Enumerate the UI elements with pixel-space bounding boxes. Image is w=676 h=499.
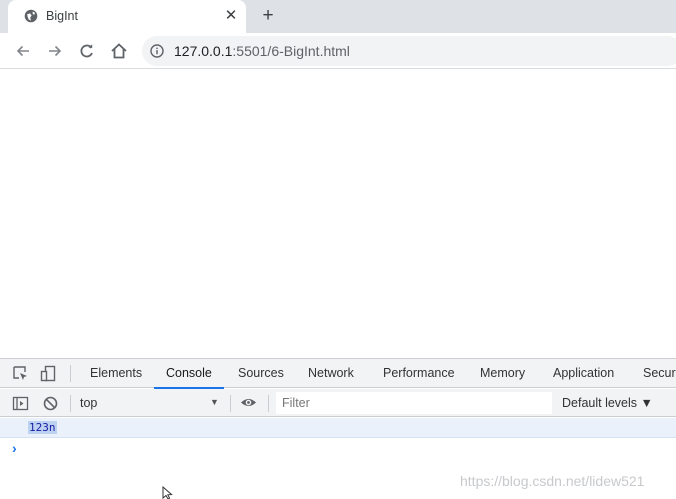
tab-title: BigInt [46,9,78,23]
context-value: top [80,396,98,410]
inspect-element-icon[interactable] [12,365,29,382]
back-arrow-icon[interactable] [12,40,34,62]
console-prompt[interactable]: › [0,439,676,459]
execution-context-select[interactable]: top ▼ [80,389,226,417]
url-host: 127.0.0.1 [174,43,233,59]
tab-sources[interactable]: Sources [238,359,284,388]
tab-performance[interactable]: Performance [383,359,455,388]
tab-strip: BigInt ✕ + [0,0,676,33]
chevron-right-icon: › [12,440,17,456]
show-sidebar-icon[interactable] [12,395,29,412]
mouse-cursor-icon [162,485,174,499]
toolbar-divider [230,395,231,412]
tab-security[interactable]: Secur [643,359,676,388]
clear-console-icon[interactable] [42,395,59,412]
browser-toolbar: 127.0.0.1:5501/6-BigInt.html [0,33,676,69]
globe-icon [24,9,38,23]
reload-icon[interactable] [76,40,98,62]
tab-console[interactable]: Console [154,359,224,389]
url-text: 127.0.0.1:5501/6-BigInt.html [174,43,350,59]
url-path: :5501/6-BigInt.html [232,43,350,59]
console-message-row: 123n [0,418,676,438]
browser-tab-bigint[interactable]: BigInt ✕ [8,0,246,33]
toolbar-divider [268,395,269,412]
chevron-down-icon: ▼ [210,397,219,407]
device-toolbar-icon[interactable] [40,365,57,382]
address-bar[interactable]: 127.0.0.1:5501/6-BigInt.html [142,36,676,66]
close-tab-icon[interactable]: ✕ [222,7,240,25]
toolbar-divider [70,395,71,412]
console-toolbar: top ▼ Default levels ▼ [0,389,676,417]
new-tab-icon[interactable]: + [258,6,278,26]
home-icon[interactable] [108,40,130,62]
page-content [0,70,676,358]
devtools-panel: Elements Console Sources Network Perform… [0,358,676,499]
tab-application[interactable]: Application [553,359,614,388]
tab-network[interactable]: Network [308,359,354,388]
info-icon[interactable] [150,44,164,58]
watermark-text: https://blog.csdn.net/lidew521 [460,473,645,489]
tab-memory[interactable]: Memory [480,359,525,388]
eye-icon[interactable] [240,394,257,411]
devtools-tab-bar: Elements Console Sources Network Perform… [0,359,676,389]
toolbar-divider [70,365,71,382]
log-levels-dropdown[interactable]: Default levels ▼ [562,396,653,410]
console-log-value[interactable]: 123n [28,421,57,434]
console-filter-input[interactable] [276,392,552,414]
tab-elements[interactable]: Elements [90,359,142,388]
forward-arrow-icon[interactable] [44,40,66,62]
